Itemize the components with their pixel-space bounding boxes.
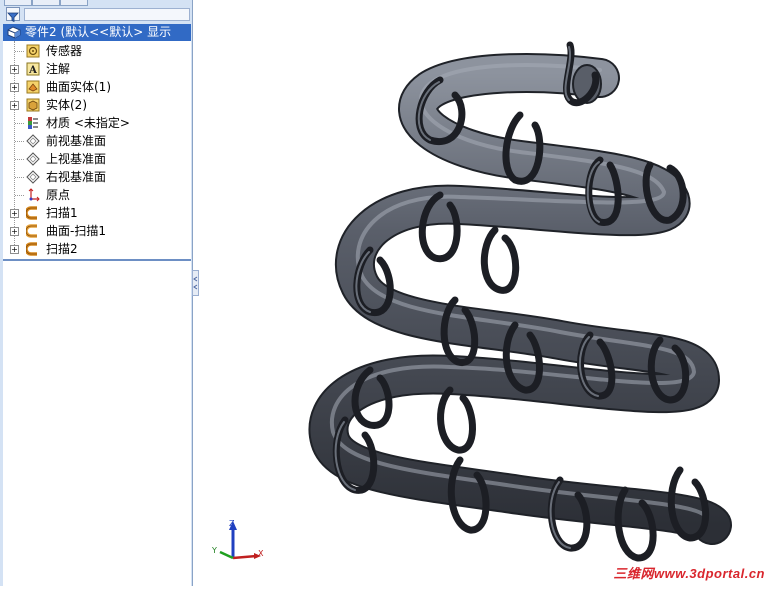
tree-item-label: 扫描1: [46, 206, 78, 220]
graphics-area[interactable]: Z X Y 三维网www.3dportal.cn: [199, 0, 773, 586]
sweep-icon: [26, 206, 37, 220]
tree-item-label: 传感器: [46, 44, 83, 58]
tree-item-annotations[interactable]: + A 注解: [3, 60, 191, 78]
tree-item-label: 曲面-扫描1: [46, 224, 106, 238]
tree-item-surface-bodies[interactable]: + 曲面实体(1): [3, 78, 191, 96]
watermark-text: 三维网www.3dportal.cn: [613, 566, 765, 581]
tree-item-solid-bodies[interactable]: + 实体(2): [3, 96, 191, 114]
tab-property-manager[interactable]: [32, 0, 60, 6]
tree-item-label: 前视基准面: [46, 134, 107, 148]
tree-item-origin[interactable]: 原点: [3, 186, 191, 204]
expand-toggle[interactable]: +: [10, 65, 19, 74]
plane-icon: [26, 152, 40, 166]
tree-item-label: 扫描2: [46, 242, 78, 256]
tree-item-sweep1[interactable]: + 扫描1: [3, 204, 191, 222]
tree-item-sweep2[interactable]: + 扫描2: [3, 240, 191, 258]
tab-configuration-manager[interactable]: [60, 0, 88, 6]
tree-item-front-plane[interactable]: 前视基准面: [3, 132, 191, 150]
model-view[interactable]: Z X Y: [199, 0, 773, 586]
sensor-icon: [26, 44, 40, 58]
tab-feature-manager[interactable]: [4, 0, 32, 6]
feature-tree: 传感器 + A 注解 + 曲面实体(1) + 实体(2) 材质 <未指定> 前视…: [3, 41, 191, 261]
svg-text:A: A: [28, 65, 37, 76]
origin-icon: [28, 188, 40, 202]
tree-item-label: 上视基准面: [46, 152, 107, 166]
solid-bodies-icon: [26, 98, 40, 112]
pane-tabs: [0, 0, 192, 6]
material-icon: [28, 117, 38, 129]
expand-toggle[interactable]: +: [10, 209, 19, 218]
triad-y-label: Y: [211, 546, 217, 555]
triad-x-label: X: [258, 549, 264, 558]
surface-bodies-icon: [26, 80, 40, 94]
tree-item-sensors[interactable]: 传感器: [3, 42, 191, 60]
tree-item-label: 原点: [46, 188, 71, 202]
tree-branch-line: [15, 195, 24, 196]
expand-toggle[interactable]: +: [10, 83, 19, 92]
tree-item-material[interactable]: 材质 <未指定>: [3, 114, 191, 132]
coordinate-triad: Z X Y: [211, 519, 264, 560]
surface-sweep-icon: [26, 224, 37, 238]
funnel-icon: [7, 12, 19, 23]
expand-toggle[interactable]: +: [10, 227, 19, 236]
helix-tube: [308, 53, 732, 545]
pane-collapse-handle[interactable]: [192, 270, 199, 296]
filter-field[interactable]: [24, 8, 190, 21]
tree-branch-line: [15, 141, 24, 142]
tree-branch-line: [15, 123, 24, 124]
plane-icon: [26, 170, 40, 184]
tree-branch-line: [15, 51, 24, 52]
tree-branch-line: [15, 177, 24, 178]
tree-item-surface-sweep1[interactable]: + 曲面-扫描1: [3, 222, 191, 240]
annotation-icon: A: [26, 62, 40, 76]
tree-item-label: 注解: [46, 62, 71, 76]
tree-item-label: 曲面实体(1): [46, 80, 111, 94]
expand-toggle[interactable]: +: [10, 101, 19, 110]
expand-toggle[interactable]: +: [10, 245, 19, 254]
filter-button[interactable]: [6, 7, 20, 23]
feature-manager-pane: 零件2 (默认<<默认> 显示 传感器 + A 注解 + 曲面实体(1) + 实…: [0, 0, 193, 586]
part-icon: [7, 26, 21, 39]
tree-item-label: 右视基准面: [46, 170, 107, 184]
sweep-icon: [26, 242, 37, 256]
plane-icon: [26, 134, 40, 148]
tree-item-top-plane[interactable]: 上视基准面: [3, 150, 191, 168]
triad-z-label: Z: [229, 519, 235, 528]
part-root-item[interactable]: 零件2 (默认<<默认> 显示: [3, 24, 191, 41]
collapse-arrows-icon: [193, 276, 198, 290]
part-root-label: 零件2 (默认<<默认> 显示: [25, 25, 172, 39]
tree-branch-line: [15, 159, 24, 160]
pane-empty-area: [3, 261, 191, 586]
tree-item-label: 材质 <未指定>: [46, 116, 130, 130]
tree-item-label: 实体(2): [46, 98, 87, 112]
tree-item-right-plane[interactable]: 右视基准面: [3, 168, 191, 186]
